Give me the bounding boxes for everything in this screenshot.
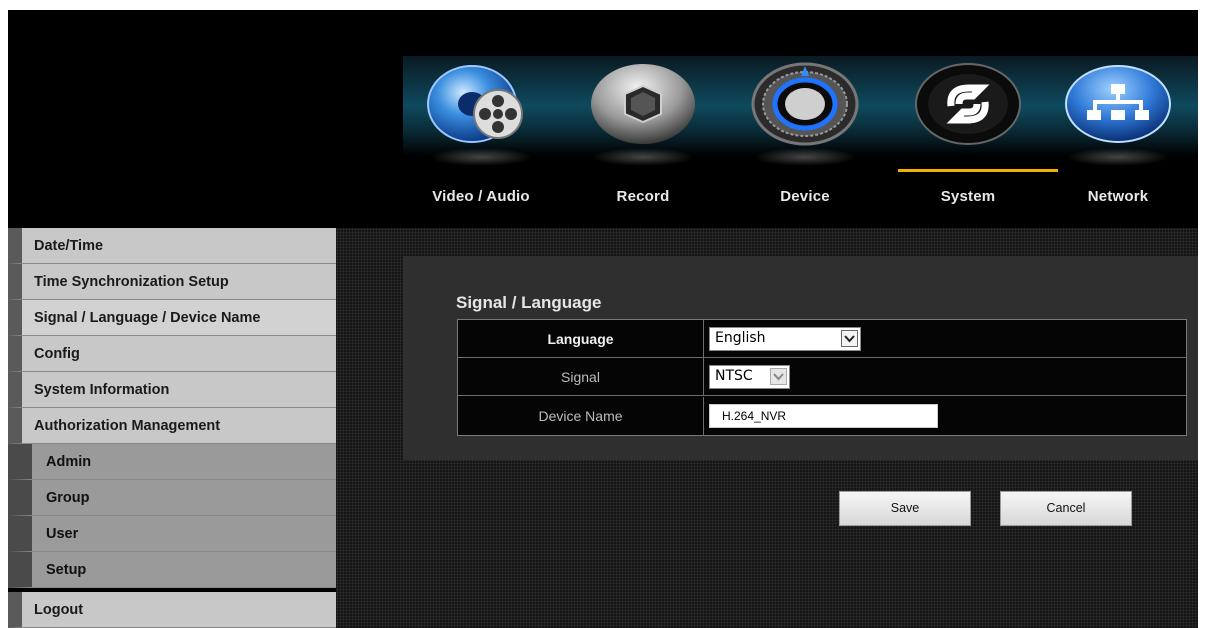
record-icon xyxy=(586,62,700,146)
nav-reflection xyxy=(429,148,533,166)
device-icon xyxy=(748,62,862,146)
signal-row: Signal NTSC xyxy=(458,358,1186,396)
sidebar-item-logout[interactable]: Logout xyxy=(8,592,336,628)
app-frame: Video / Audio Record Device System Netwo… xyxy=(8,10,1198,628)
language-select[interactable]: English xyxy=(709,327,861,351)
sidebar-item-signal-language[interactable]: Signal / Language / Device Name xyxy=(8,300,336,336)
nav-label: Video / Audio xyxy=(432,188,530,205)
nav-reflection xyxy=(753,148,857,166)
sidebar-item-admin[interactable]: Admin xyxy=(8,444,336,480)
language-label: Language xyxy=(458,320,704,358)
sidebar-item-config[interactable]: Config xyxy=(8,336,336,372)
settings-table: Language English Signal NTSC Device Name… xyxy=(457,319,1187,436)
top-navigation: Video / Audio Record Device System Netwo… xyxy=(8,10,1198,228)
nav-video-audio[interactable]: Video / Audio xyxy=(406,10,556,228)
chevron-down-icon[interactable] xyxy=(841,330,858,347)
main-content: Signal / Language Language English Signa… xyxy=(336,228,1198,628)
nav-label: Device xyxy=(780,188,830,205)
signal-label: Signal xyxy=(458,358,704,396)
system-icon xyxy=(911,62,1025,146)
panel-title: Signal / Language xyxy=(456,293,602,312)
language-row: Language English xyxy=(458,320,1186,358)
sidebar-item-group[interactable]: Group xyxy=(8,480,336,516)
settings-panel: Signal / Language Language English Signa… xyxy=(403,256,1198,460)
chevron-down-icon[interactable] xyxy=(770,368,787,385)
nav-reflection xyxy=(591,148,695,166)
device-name-label: Device Name xyxy=(458,397,704,435)
sidebar-item-user[interactable]: User xyxy=(8,516,336,552)
device-name-field[interactable]: H.264_NVR xyxy=(709,404,938,428)
network-icon xyxy=(1061,62,1175,146)
active-tab-indicator xyxy=(898,169,1058,172)
nav-label: Record xyxy=(616,188,670,205)
language-value: English xyxy=(715,330,766,346)
nav-record[interactable]: Record xyxy=(568,10,718,228)
sidebar-item-time-sync[interactable]: Time Synchronization Setup xyxy=(8,264,336,300)
sidebar-item-setup[interactable]: Setup xyxy=(8,552,336,588)
sidebar-item-system-information[interactable]: System Information xyxy=(8,372,336,408)
sidebar-item-authorization[interactable]: Authorization Management xyxy=(8,408,336,444)
nav-reflection xyxy=(1066,148,1170,166)
sidebar: Date/Time Time Synchronization Setup Sig… xyxy=(8,228,336,628)
signal-select[interactable]: NTSC xyxy=(709,365,790,389)
device-name-row: Device Name H.264_NVR xyxy=(458,397,1186,435)
nav-label: System xyxy=(940,188,996,205)
cancel-button[interactable]: Cancel xyxy=(1000,491,1132,526)
nav-label: Network xyxy=(1087,188,1149,205)
nav-system[interactable]: System xyxy=(878,10,1058,228)
nav-network[interactable]: Network xyxy=(1043,10,1193,228)
save-button[interactable]: Save xyxy=(839,491,971,526)
video-audio-icon xyxy=(424,62,538,146)
signal-value: NTSC xyxy=(715,368,753,384)
sidebar-item-date-time[interactable]: Date/Time xyxy=(8,228,336,264)
nav-device[interactable]: Device xyxy=(730,10,880,228)
